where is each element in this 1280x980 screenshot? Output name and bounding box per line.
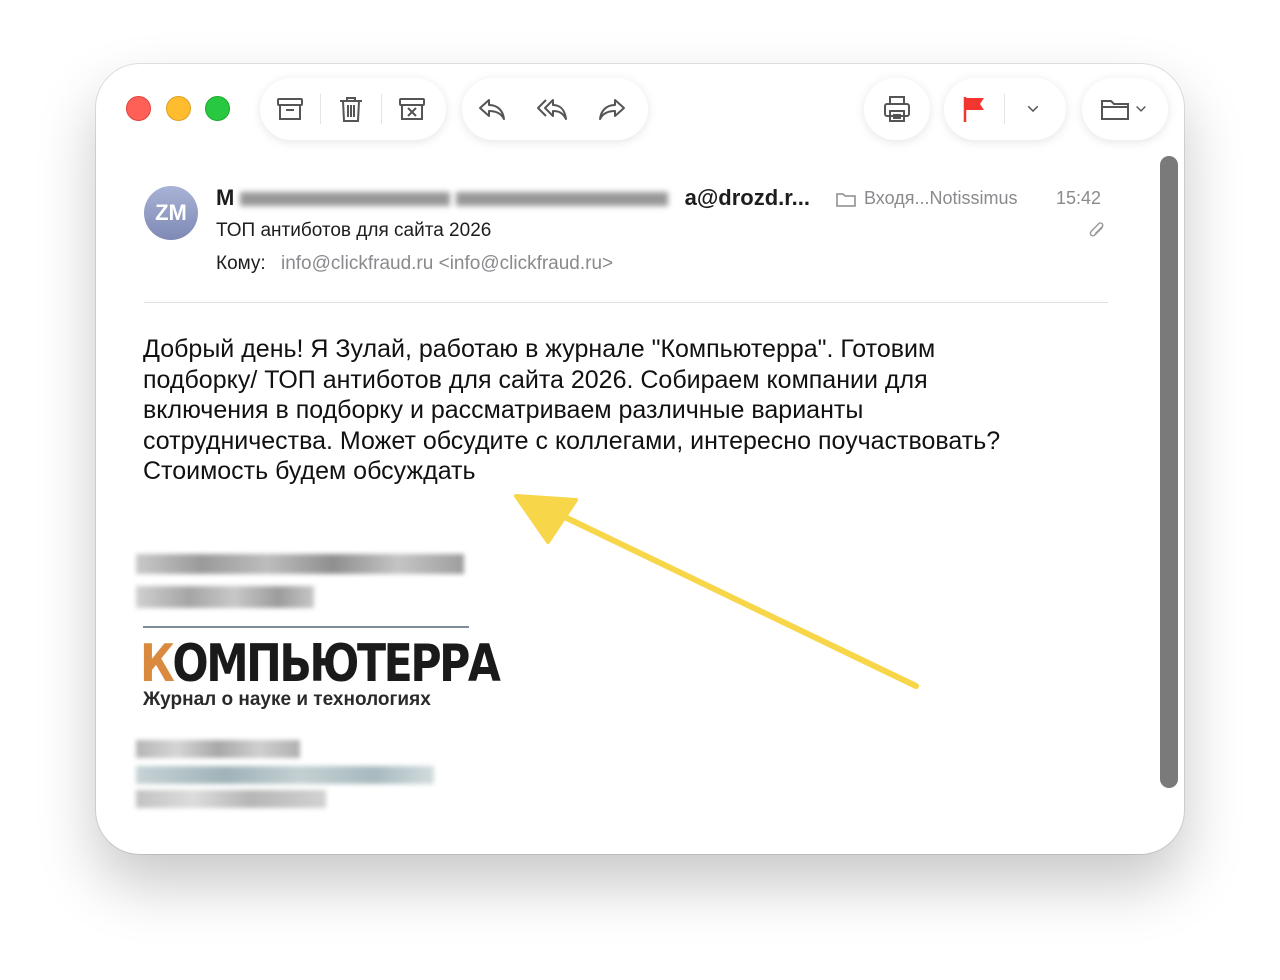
flag-menu-button[interactable]	[1005, 78, 1061, 140]
redacted-contact-line-1	[136, 740, 300, 758]
reply-all-icon	[537, 99, 567, 120]
print-icon	[884, 96, 910, 122]
body-line: подборку/ ТОП антиботов для сайта 2026. …	[143, 365, 928, 394]
flag-button[interactable]	[944, 78, 1004, 140]
mailbox-label[interactable]: Входя...Notissimus	[836, 188, 1017, 209]
received-time: 15:42	[1056, 188, 1102, 208]
toolbar-reply-group	[462, 78, 648, 140]
body-line: Стоимость будем обсуждать	[143, 457, 476, 485]
reply-all-button[interactable]	[522, 78, 582, 140]
sender-visible-start: M	[216, 185, 235, 210]
folder-icon	[836, 192, 856, 207]
sender-visible-end: a@drozd.r...	[684, 185, 810, 210]
redacted-contact-line-3	[136, 790, 326, 808]
message-subject: ТОП антиботов для сайта 2026	[216, 220, 492, 241]
toolbar-flag-group	[944, 78, 1066, 140]
arrow-shaft	[543, 505, 919, 689]
chevron-down-icon	[1027, 105, 1039, 113]
body-line: включения в подборку и рассматриваем раз…	[143, 396, 864, 424]
junk-button[interactable]	[382, 78, 442, 140]
redacted-signature-title	[136, 586, 314, 608]
body-line: сотрудничества. Может обсудите с коллега…	[143, 426, 1001, 455]
zoom-button[interactable]	[205, 96, 230, 121]
redacted-contact-line-2	[136, 766, 434, 784]
toolbar-archive-group	[260, 78, 446, 140]
reply-icon	[479, 99, 505, 120]
signature-divider	[143, 626, 469, 628]
minimize-button[interactable]	[166, 96, 191, 121]
mailbox-name: Входя...Notissimus	[864, 188, 1018, 208]
paperclip-icon[interactable]	[1086, 220, 1108, 242]
body-line: Добрый день! Я Зулай, работаю в журнале …	[143, 335, 936, 363]
trash-icon	[340, 97, 362, 122]
toolbar-print-group	[864, 78, 930, 140]
header-divider	[144, 302, 1108, 303]
forward-icon	[599, 99, 625, 120]
mail-window: ZM M a@drozd.r... Входя...Notissimus 15:…	[96, 64, 1184, 854]
to-label: Кому:	[216, 253, 266, 274]
to-address[interactable]: info@clickfraud.ru <info@clickfraud.ru>	[281, 253, 613, 274]
chevron-down-icon	[1136, 106, 1146, 112]
forward-button[interactable]	[582, 78, 642, 140]
avatar: ZM	[144, 186, 198, 240]
company-logo: КОМПЬЮТЕРРА	[140, 634, 501, 694]
arrow-head	[514, 494, 578, 544]
close-button[interactable]	[126, 96, 151, 121]
junk-icon	[399, 98, 425, 120]
folder-icon	[1101, 100, 1129, 120]
delete-button[interactable]	[321, 78, 381, 140]
redacted-sender-name	[240, 192, 450, 206]
logo-tagline: Журнал о науке и технологиях	[143, 689, 431, 710]
move-button[interactable]	[1082, 78, 1168, 140]
archive-button[interactable]	[260, 78, 320, 140]
print-button[interactable]	[867, 78, 927, 140]
archive-icon	[277, 98, 303, 120]
flag-icon	[963, 97, 984, 122]
message-body: Добрый день! Я Зулай, работаю в журнале …	[143, 334, 1123, 487]
scrollbar-thumb[interactable]	[1160, 156, 1178, 788]
reply-button[interactable]	[462, 78, 522, 140]
redacted-signature-name	[136, 554, 464, 574]
redacted-sender-email	[456, 192, 668, 206]
toolbar-move-group	[1082, 78, 1168, 140]
recipient-row: Кому: info@clickfraud.ru <info@clickfrau…	[216, 253, 613, 275]
